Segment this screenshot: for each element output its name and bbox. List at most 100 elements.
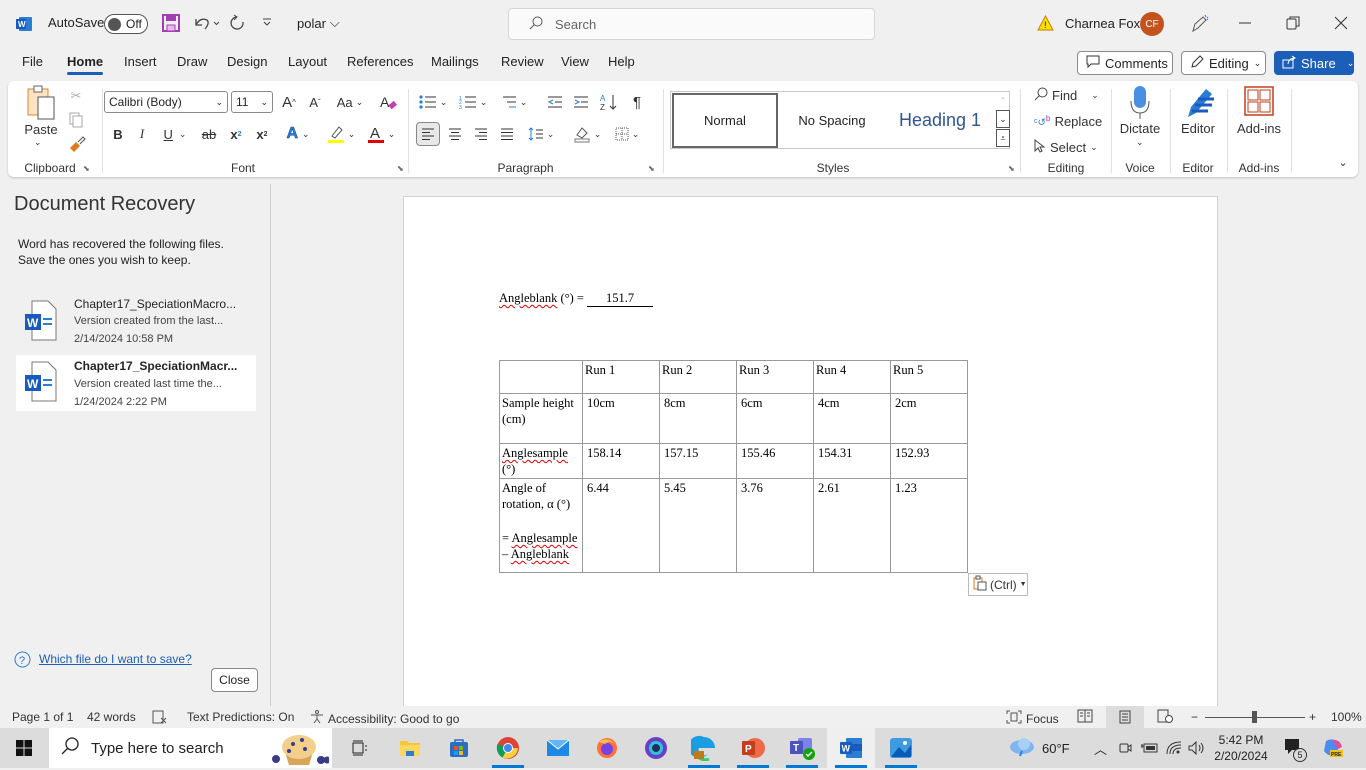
task-view-icon[interactable] <box>336 728 384 768</box>
table-cell[interactable]: 152.93 <box>890 443 968 479</box>
microphone-icon[interactable] <box>1128 85 1152 121</box>
styles-scroll-up-icon[interactable]: ⌃ <box>996 91 1010 109</box>
table-header-cell[interactable]: Run 4 <box>813 360 891 394</box>
style-normal[interactable]: Normal <box>672 93 778 148</box>
tab-design[interactable]: Design <box>227 54 267 69</box>
table-cell[interactable]: 3.76 <box>736 478 814 573</box>
row-label-cell[interactable]: Anglesample (°) <box>499 443 583 479</box>
paste-icon[interactable] <box>26 85 56 121</box>
coauthor-pen-icon[interactable] <box>1190 14 1210 34</box>
copilot-icon[interactable]: PRE <box>1322 728 1344 768</box>
find-button[interactable]: Find ⌄ <box>1034 85 1099 105</box>
warning-icon[interactable]: ! <box>1037 15 1054 31</box>
paste-options-button[interactable]: (Ctrl) ▼ <box>968 573 1028 596</box>
word-count[interactable]: 42 words <box>87 710 136 724</box>
mail-icon[interactable] <box>534 728 582 768</box>
focus-button[interactable]: Focus <box>1006 710 1059 727</box>
tab-review[interactable]: Review <box>501 54 544 69</box>
notifications-button[interactable]: 5 <box>1284 728 1307 768</box>
subscript-button[interactable]: x2 <box>228 123 244 145</box>
powerpoint-icon[interactable]: P <box>729 728 777 768</box>
increase-indent-icon[interactable] <box>572 91 590 113</box>
table-cell[interactable]: 154.31 <box>813 443 891 479</box>
sort-icon[interactable]: AZ <box>600 91 618 113</box>
page-count[interactable]: Page 1 of 1 <box>12 710 73 724</box>
which-file-help-link[interactable]: Which file do I want to save? <box>39 652 192 666</box>
volume-icon[interactable] <box>1188 728 1206 768</box>
photos-icon[interactable] <box>877 728 925 768</box>
recovery-close-button[interactable]: Close <box>211 668 258 692</box>
borders-button[interactable]: ⌄ <box>610 123 644 145</box>
font-launcher-icon[interactable]: ⬊ <box>397 164 404 173</box>
editor-pen-icon[interactable] <box>1182 85 1216 121</box>
align-left-button[interactable] <box>416 122 440 146</box>
search-box[interactable]: Search <box>508 8 875 40</box>
tab-help[interactable]: Help <box>608 54 635 69</box>
table-cell[interactable]: 8cm <box>659 393 737 444</box>
read-mode-icon[interactable] <box>1077 709 1093 723</box>
tab-layout[interactable]: Layout <box>288 54 327 69</box>
editing-mode-button[interactable]: Editing ⌄ <box>1181 51 1266 75</box>
superscript-button[interactable]: x2 <box>254 123 270 145</box>
highlight-color-button[interactable]: ⌄ <box>324 123 358 145</box>
document-name-menu[interactable]: polar ⌵ <box>297 15 340 31</box>
wifi-icon[interactable] <box>1166 728 1182 768</box>
cut-icon[interactable]: ✂ <box>68 87 84 105</box>
file-explorer-icon[interactable] <box>386 728 434 768</box>
bullets-button[interactable]: ⌄ <box>418 91 448 113</box>
clipboard-launcher-icon[interactable]: ⬊ <box>83 164 90 173</box>
measurements-table[interactable]: Run 1 Run 2 Run 3 Run 4 Run 5 Sample hei… <box>499 360 968 573</box>
select-button[interactable]: Select ⌄ <box>1034 137 1098 157</box>
tab-insert[interactable]: Insert <box>124 54 157 69</box>
comments-button[interactable]: Comments <box>1077 51 1173 75</box>
text-predictions-status[interactable]: Text Predictions: On <box>187 710 294 724</box>
align-center-button[interactable] <box>446 123 464 145</box>
table-cell[interactable]: 2cm <box>890 393 968 444</box>
zoom-slider-thumb[interactable] <box>1252 711 1257 723</box>
table-cell[interactable]: 4cm <box>813 393 891 444</box>
show-formatting-marks-icon[interactable]: ¶ <box>628 91 646 113</box>
user-avatar[interactable]: CF <box>1140 12 1164 36</box>
font-color-button[interactable]: A ⌄ <box>364 123 398 145</box>
table-cell[interactable]: 6.44 <box>582 478 660 573</box>
zoom-in-button[interactable]: + <box>1309 710 1316 724</box>
proofing-icon[interactable] <box>152 710 168 724</box>
battery-icon[interactable] <box>1141 728 1159 768</box>
shading-button[interactable]: ⌄ <box>570 123 604 145</box>
cortana-app-icon[interactable] <box>632 728 680 768</box>
zoom-out-button[interactable]: − <box>1191 710 1198 724</box>
word-taskbar-icon[interactable]: W <box>827 728 875 768</box>
paste-dropdown-icon[interactable]: ⌄ <box>34 137 42 148</box>
autosave-toggle[interactable]: Off <box>104 14 148 34</box>
paste-button[interactable]: Paste <box>22 122 60 137</box>
table-cell[interactable]: 157.15 <box>659 443 737 479</box>
text-effects-button[interactable]: A ⌄ <box>282 123 314 145</box>
table-cell[interactable]: 1.23 <box>890 478 968 573</box>
addins-grid-icon[interactable] <box>1244 85 1274 117</box>
show-hidden-icons-button[interactable]: ︿ <box>1094 728 1107 768</box>
recovered-file-item-selected[interactable]: W Chapter17_SpeciationMacr... Version cr… <box>16 355 256 411</box>
save-icon[interactable] <box>162 14 180 32</box>
row-label-cell[interactable]: Angle of rotation, α (°) = Anglesample – An… <box>499 478 583 573</box>
edge-icon[interactable] <box>680 728 728 768</box>
minimize-button[interactable] <box>1238 16 1252 30</box>
styles-scroll-down-icon[interactable]: ⌄ <box>996 110 1010 128</box>
style-heading-1[interactable]: Heading 1 <box>885 93 995 148</box>
share-button[interactable]: Share ⌄ <box>1274 51 1354 75</box>
tab-references[interactable]: References <box>347 54 413 69</box>
line-spacing-button[interactable]: ⌄ <box>526 123 556 145</box>
firefox-icon[interactable] <box>583 728 631 768</box>
meet-now-icon[interactable] <box>1118 728 1132 768</box>
change-case-button[interactable]: Aa ⌄ <box>334 91 366 113</box>
dictate-dropdown-icon[interactable]: ⌄ <box>1136 137 1144 148</box>
tab-home[interactable]: Home <box>67 54 104 75</box>
font-name-combo[interactable]: Calibri (Body) ⌄ <box>104 91 228 113</box>
microsoft-store-icon[interactable] <box>435 728 483 768</box>
table-header-cell[interactable]: Run 3 <box>736 360 814 394</box>
table-cell[interactable]: 5.45 <box>659 478 737 573</box>
grow-font-icon[interactable]: A ^ <box>280 91 298 113</box>
styles-launcher-icon[interactable]: ⬊ <box>1008 164 1015 173</box>
print-layout-icon[interactable] <box>1106 706 1144 728</box>
teams-icon[interactable]: T <box>778 728 826 768</box>
customize-qat-icon[interactable] <box>261 16 273 28</box>
